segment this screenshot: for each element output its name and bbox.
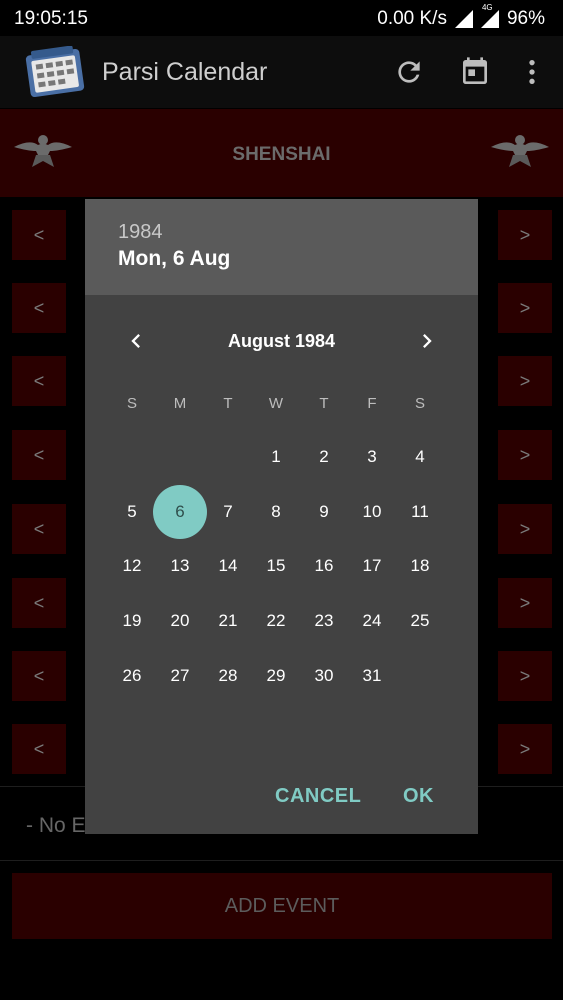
- month-nav: August 1984: [85, 319, 478, 363]
- battery-level: 96%: [506, 8, 545, 29]
- add-event-button[interactable]: ADD EVENT: [12, 873, 552, 939]
- network-type: 4G: [481, 3, 493, 12]
- weekday-label: T: [223, 395, 233, 412]
- row-prev-button[interactable]: <: [12, 283, 66, 333]
- row-next-button[interactable]: >: [498, 210, 552, 260]
- calendar-day[interactable]: 15: [249, 539, 303, 593]
- row-next-button[interactable]: >: [498, 504, 552, 554]
- calendar-day[interactable]: 1: [249, 430, 303, 484]
- app-title: Parsi Calendar: [102, 58, 268, 86]
- app-bar: Parsi Calendar: [0, 36, 563, 108]
- no-events-text: - No E: [26, 814, 86, 837]
- faravahar-icon: [489, 129, 551, 173]
- calendar-day[interactable]: 7: [201, 485, 255, 539]
- day-grid: 1 2 3 4 5 6 7 8 9 10 11 12 13 14 15 16 17 18 19 20 21 22 23 24 2…: [108, 430, 454, 760]
- cancel-button[interactable]: CANCEL: [275, 785, 361, 808]
- calendar-day[interactable]: 10: [345, 485, 399, 539]
- calendar-day[interactable]: 22: [249, 594, 303, 648]
- weekday-label: M: [173, 395, 187, 412]
- row-prev-button[interactable]: <: [12, 504, 66, 554]
- row-prev-button[interactable]: <: [12, 430, 66, 480]
- row-next-button[interactable]: >: [498, 356, 552, 406]
- chevron-right-icon[interactable]: [413, 327, 441, 355]
- calendar-day[interactable]: 14: [201, 539, 255, 593]
- selected-date[interactable]: Mon, 6 Aug: [118, 247, 230, 271]
- calendar-day[interactable]: 5: [105, 485, 159, 539]
- calendar-day[interactable]: 23: [297, 594, 351, 648]
- calendar-day[interactable]: 26: [105, 649, 159, 703]
- refresh-icon[interactable]: [393, 56, 425, 88]
- row-prev-button[interactable]: <: [12, 651, 66, 701]
- calendar-day[interactable]: 8: [249, 485, 303, 539]
- calendar-icon[interactable]: [459, 56, 491, 88]
- network-speed: 0.00 K/s: [377, 8, 447, 29]
- status-time: 19:05:15: [14, 8, 88, 29]
- ok-button[interactable]: OK: [403, 785, 434, 808]
- signal-icon: [454, 10, 473, 28]
- weekday-label: T: [319, 395, 329, 412]
- calendar-day[interactable]: 9: [297, 485, 351, 539]
- row-prev-button[interactable]: <: [12, 356, 66, 406]
- calendar-day[interactable]: 31: [345, 649, 399, 703]
- dialog-actions: CANCEL OK: [85, 779, 478, 815]
- more-vert-icon[interactable]: [516, 56, 548, 88]
- calendar-day[interactable]: 21: [201, 594, 255, 648]
- calendar-day[interactable]: 24: [345, 594, 399, 648]
- weekday-label: S: [414, 395, 425, 412]
- calendar-day[interactable]: 25: [393, 594, 447, 648]
- calendar-day[interactable]: 17: [345, 539, 399, 593]
- calendar-day[interactable]: 28: [201, 649, 255, 703]
- row-next-button[interactable]: >: [498, 578, 552, 628]
- app-logo-icon: [24, 45, 86, 98]
- signal-4g-icon: 4G: [480, 3, 499, 28]
- divider: [0, 860, 563, 861]
- calendar-day[interactable]: 29: [249, 649, 303, 703]
- header-title: SHENSHAI: [232, 144, 331, 165]
- row-next-button[interactable]: >: [498, 724, 552, 774]
- row-prev-button[interactable]: <: [12, 578, 66, 628]
- status-bar: 19:05:15 0.00 K/s 4G 96%: [0, 0, 563, 36]
- dialog-header: 1984 Mon, 6 Aug: [85, 199, 478, 295]
- weekday-label: S: [126, 395, 137, 412]
- status-right: 0.00 K/s 4G 96%: [377, 3, 545, 30]
- date-picker-dialog: 1984 Mon, 6 Aug August 1984 SMTWTFS 1234…: [85, 199, 478, 834]
- weekday-label: F: [367, 395, 377, 412]
- row-next-button[interactable]: >: [498, 651, 552, 701]
- calendar-day[interactable]: 12: [105, 539, 159, 593]
- calendar-day[interactable]: 16: [297, 539, 351, 593]
- calendar-day[interactable]: 2: [297, 430, 351, 484]
- selected-day[interactable]: 6: [153, 484, 207, 539]
- selected-year[interactable]: 1984: [118, 221, 163, 244]
- row-prev-button[interactable]: <: [12, 210, 66, 260]
- row-next-button[interactable]: >: [498, 283, 552, 333]
- row-prev-button[interactable]: <: [12, 724, 66, 774]
- calendar-day[interactable]: 27: [153, 649, 207, 703]
- calendar-day[interactable]: 3: [345, 430, 399, 484]
- calendar-day[interactable]: 19: [105, 594, 159, 648]
- calendar-day[interactable]: 11: [393, 485, 447, 539]
- header-band: SHENSHAI: [0, 109, 563, 197]
- calendar-day[interactable]: 20: [153, 594, 207, 648]
- weekday-label: W: [268, 395, 284, 412]
- weekday-header: SMTWTFS: [108, 395, 454, 415]
- calendar-day[interactable]: 4: [393, 430, 447, 484]
- calendar-day[interactable]: 30: [297, 649, 351, 703]
- calendar-day[interactable]: 13: [153, 539, 207, 593]
- calendar-day[interactable]: 18: [393, 539, 447, 593]
- row-next-button[interactable]: >: [498, 430, 552, 480]
